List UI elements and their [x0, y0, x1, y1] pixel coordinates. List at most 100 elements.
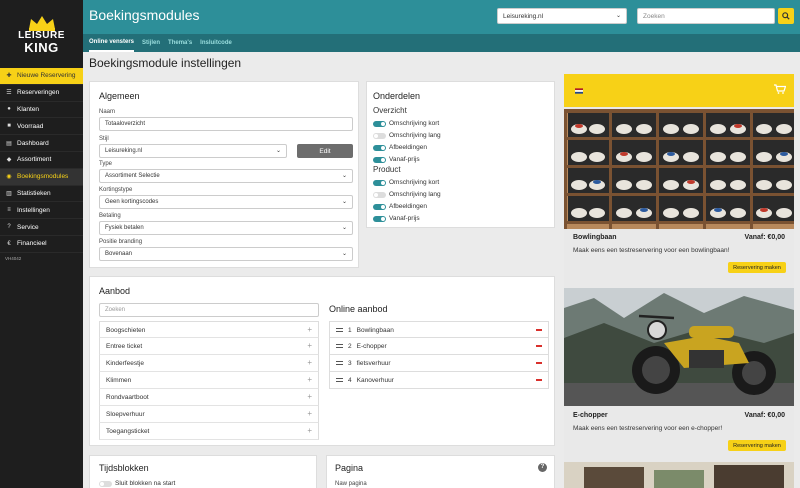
online-item[interactable]: 2 E-chopper [329, 338, 549, 355]
tab-online-vensters[interactable]: Online vensters [89, 34, 135, 52]
help-icon[interactable]: ? [538, 463, 547, 472]
reservation-button[interactable]: Reservering maken [728, 262, 786, 273]
online-item[interactable]: 1 Bowlingbaan [329, 321, 549, 338]
toggle-switch[interactable] [373, 215, 386, 222]
list-item[interactable]: Sloepverhuur + [99, 406, 319, 423]
positie-select[interactable]: Bovenaan ⌄ [99, 247, 353, 261]
sidebar-item-label: Financieel [17, 240, 47, 248]
plus-icon[interactable]: + [307, 392, 312, 401]
toggle-switch[interactable] [373, 144, 386, 151]
site-select[interactable]: Leisureking.nl ⌄ [497, 8, 627, 24]
toggle-switch[interactable] [373, 179, 386, 186]
stijl-select[interactable]: Leisureking.nl ⌄ [99, 144, 287, 158]
reservation-button[interactable]: Reservering maken [728, 440, 786, 451]
online-item[interactable]: 3 fietsverhuur [329, 355, 549, 372]
sidebar-item-booking-modules[interactable]: ◉ Boekingsmodules [0, 168, 83, 186]
online-item-number: 4 [348, 377, 352, 384]
sidebar-item-label: Nieuwe Reservering [17, 72, 76, 80]
sidebar-item-customers[interactable]: ● Klanten [0, 102, 83, 119]
list-item[interactable]: Rondvaartboot + [99, 389, 319, 406]
toggle-row[interactable]: Omschrijving lang [373, 132, 441, 139]
product-image-echopper[interactable] [564, 288, 794, 406]
toggle-switch[interactable] [373, 203, 386, 210]
naam-field[interactable]: Totaaloverzicht [99, 117, 353, 131]
sidebar-item-dashboard[interactable]: ▤ Dashboard [0, 135, 83, 152]
remove-icon[interactable] [536, 345, 542, 347]
remove-icon[interactable] [536, 329, 542, 331]
logo[interactable]: LEISURE KING [0, 0, 83, 68]
toggle-switch[interactable] [373, 156, 386, 163]
stijl-label: Stijl [99, 136, 109, 142]
sidebar-item-label: Reserveringen [17, 89, 60, 97]
sidebar-item-settings[interactable]: ≡ Instellingen [0, 202, 83, 220]
toggle-switch[interactable] [373, 132, 386, 139]
drag-handle-icon[interactable] [336, 328, 343, 333]
product-image-bowling[interactable] [564, 109, 794, 229]
toggle-row[interactable]: Afbeeldingen [373, 203, 427, 210]
online-item[interactable]: 4 Kanoverhuur [329, 372, 549, 389]
dutch-flag-icon[interactable] [575, 88, 583, 94]
list-item[interactable]: Klimmen + [99, 372, 319, 389]
list-item[interactable]: Toegangsticket + [99, 423, 319, 440]
betaling-label: Betaling [99, 213, 121, 219]
bike-rental-image [564, 462, 794, 488]
toggle-switch[interactable] [373, 120, 386, 127]
product-image-next[interactable] [564, 462, 794, 488]
plus-icon[interactable]: + [307, 325, 312, 334]
sidebar-item-new-reservation[interactable]: ✚ Nieuwe Reservering [0, 68, 83, 85]
betaling-select[interactable]: Fysiek betalen ⌄ [99, 221, 353, 235]
drag-handle-icon[interactable] [336, 344, 343, 349]
plus-icon[interactable]: + [307, 426, 312, 435]
topbar: Boekingsmodules Leisureking.nl ⌄ Zoeken [83, 0, 800, 34]
list-item[interactable]: Kinderfeestje + [99, 355, 319, 372]
remove-icon[interactable] [536, 362, 542, 364]
toggle-label: Omschrijving lang [389, 191, 441, 198]
toggle-row[interactable]: Sluit blokken na start [99, 480, 175, 487]
toggle-label: Omschrijving kort [389, 120, 440, 127]
site-select-value: Leisureking.nl [503, 13, 544, 20]
sidebar-item-reservations[interactable]: ☰ Reserveringen [0, 85, 83, 102]
toggle-row[interactable]: Vanaf-prijs [373, 156, 420, 163]
sidebar-item-service[interactable]: ? Service [0, 219, 83, 236]
sidebar-item-label: Service [17, 223, 39, 231]
kortingstype-select[interactable]: Geen kortingscodes ⌄ [99, 195, 353, 209]
list-item-label: Toegangsticket [106, 428, 150, 435]
search-button[interactable] [778, 8, 794, 24]
tab-stijlen[interactable]: Stijlen [142, 34, 160, 52]
online-item-label: Kanoverhuur [356, 377, 394, 384]
sidebar-item-stock[interactable]: ■ Voorraad [0, 118, 83, 136]
list-item[interactable]: Entree ticket + [99, 338, 319, 355]
sidebar-item-statistics[interactable]: ▥ Statistieken [0, 186, 83, 203]
kortingstype-select-value: Geen kortingscodes [105, 199, 159, 205]
toggle-row[interactable]: Omschrijving lang [373, 191, 441, 198]
sidebar-item-finance[interactable]: € Financieel [0, 236, 83, 253]
aanbod-search-input[interactable]: Zoeken [99, 303, 319, 317]
search-input[interactable]: Zoeken [637, 8, 775, 24]
toggle-row[interactable]: Vanaf-prijs [373, 215, 420, 222]
cart-icon[interactable] [774, 84, 786, 94]
toggle-switch[interactable] [373, 191, 386, 198]
type-select-value: Assortiment Selectie [105, 173, 160, 179]
sidebar-item-assortment[interactable]: ◆ Assortiment [0, 152, 83, 169]
toggle-switch[interactable] [99, 480, 112, 487]
plus-icon[interactable]: + [307, 341, 312, 350]
kortingstype-label: Kortingstype [99, 187, 133, 193]
drag-handle-icon[interactable] [336, 361, 343, 366]
positie-select-value: Bovenaan [105, 251, 133, 257]
pagina-field-label: Naw pagina [335, 481, 367, 487]
positie-label: Positie branding [99, 239, 143, 245]
tab-insluitcode[interactable]: Insluitcode [200, 34, 232, 52]
plus-icon[interactable]: + [307, 409, 312, 418]
remove-icon[interactable] [536, 379, 542, 381]
list-item[interactable]: Boogschieten + [99, 321, 319, 338]
edit-button[interactable]: Edit [297, 144, 353, 158]
type-select[interactable]: Assortiment Selectie ⌄ [99, 169, 353, 183]
tab-themas[interactable]: Thema's [168, 34, 192, 52]
drag-handle-icon[interactable] [336, 378, 343, 383]
toggle-row[interactable]: Omschrijving kort [373, 179, 439, 186]
plus-icon[interactable]: + [307, 358, 312, 367]
sidebar-item-label: Boekingsmodules [17, 173, 69, 181]
plus-icon[interactable]: + [307, 375, 312, 384]
toggle-row[interactable]: Omschrijving kort [373, 120, 439, 127]
toggle-row[interactable]: Afbeeldingen [373, 144, 427, 151]
